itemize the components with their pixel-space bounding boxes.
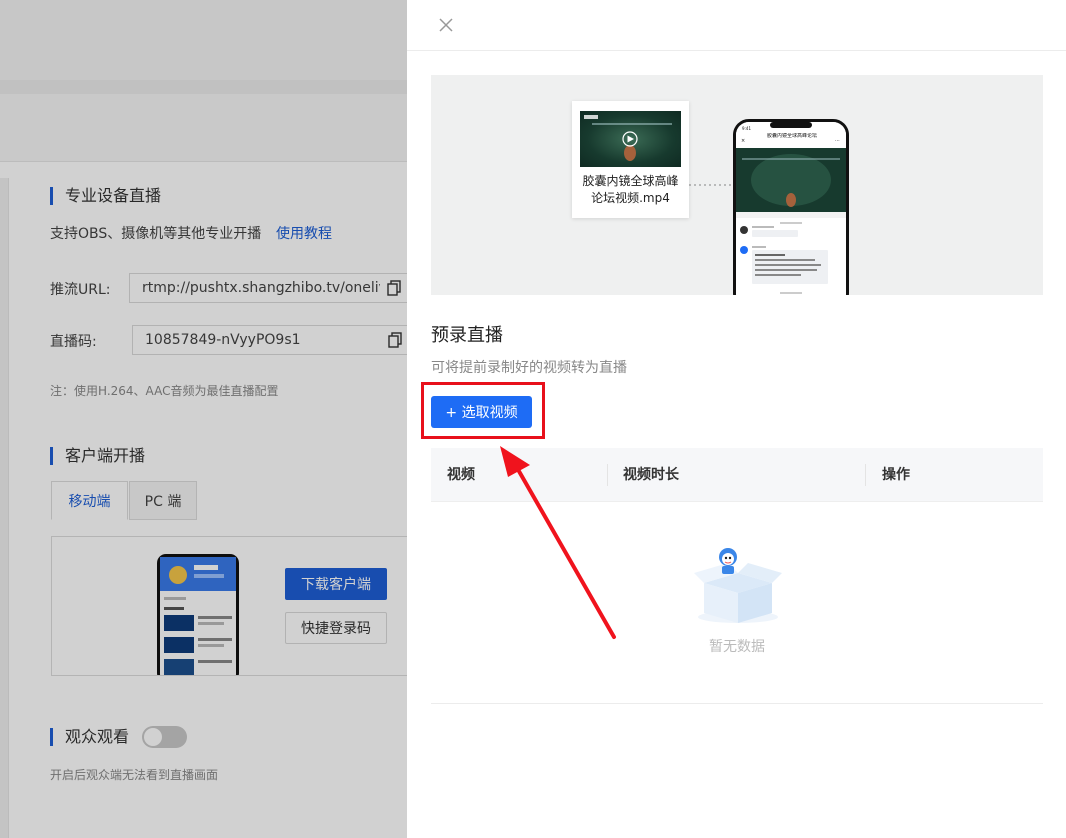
tutorial-link[interactable]: 使用教程	[276, 223, 332, 243]
tab-pc[interactable]: PC 端	[129, 481, 197, 520]
toggle-knob	[144, 728, 162, 746]
close-icon	[439, 18, 453, 32]
drawer-desc: 可将提前录制好的视频转为直播	[431, 360, 627, 376]
play-icon	[584, 115, 672, 161]
svg-text:9:41: 9:41	[742, 126, 751, 131]
dotted-connector	[689, 184, 739, 186]
phone-title: 胶囊内镜全球高峰论坛	[766, 133, 817, 139]
video-file-name: 胶囊内镜全球高峰论坛视频.mp4	[582, 174, 679, 205]
copy-stream-code-button[interactable]	[381, 325, 409, 355]
empty-box-icon	[694, 548, 782, 623]
quick-login-code-button[interactable]: 快捷登录码	[285, 612, 387, 644]
copy-icon	[387, 332, 402, 348]
empty-state-text: 暂无数据	[709, 639, 765, 655]
video-thumbnail	[580, 111, 681, 167]
client-panel	[51, 536, 421, 676]
push-url-field[interactable]: rtmp://pushtx.shangzhibo.tv/onelive	[129, 273, 381, 303]
video-file-card: 胶囊内镜全球高峰论坛视频.mp4	[572, 101, 689, 218]
svg-text:···: ···	[835, 138, 840, 144]
table-bottom-border	[431, 703, 1043, 704]
copy-icon	[386, 280, 401, 296]
column-video: 视频	[447, 467, 475, 483]
side-scrollbar[interactable]	[0, 178, 9, 838]
empty-state	[690, 545, 786, 625]
push-url-label: 推流URL:	[50, 282, 111, 298]
phone-screen: 9:41 × ···	[736, 122, 846, 295]
stream-code-label: 直播码:	[50, 334, 97, 350]
drawer-header	[407, 0, 1066, 51]
hero-illustration: 胶囊内镜全球高峰论坛视频.mp4 9:41 × ··· 胶囊内镜全球高峰论坛	[431, 75, 1043, 295]
phone-mockup: 9:41 × ··· 胶囊内镜全球高峰论坛	[733, 119, 849, 295]
audience-section-title: 观众观看	[50, 728, 129, 746]
pro-device-section-title: 专业设备直播	[50, 187, 161, 205]
select-video-button[interactable]: + 选取视频	[431, 396, 532, 428]
drawer-title: 预录直播	[431, 325, 503, 346]
download-client-button[interactable]: 下载客户端	[285, 568, 387, 600]
video-table-header: 视频 视频时长 操作	[431, 448, 1043, 502]
mobile-app-preview	[157, 554, 239, 675]
audience-toggle[interactable]	[142, 726, 187, 748]
audience-desc: 开启后观众端无法看到直播画面	[50, 768, 219, 782]
config-note: 注：使用H.264、AAC音频为最佳直播配置	[50, 384, 279, 398]
column-divider	[865, 464, 866, 486]
column-duration: 视频时长	[623, 467, 679, 483]
close-button[interactable]	[435, 14, 457, 36]
prerecorded-live-drawer: 胶囊内镜全球高峰论坛视频.mp4 9:41 × ··· 胶囊内镜全球高峰论坛 预…	[407, 0, 1066, 838]
stream-code-field[interactable]: 10857849-nVyyPO9s1	[132, 325, 382, 355]
column-actions: 操作	[882, 467, 910, 483]
copy-push-url-button[interactable]	[380, 273, 408, 303]
pro-device-desc: 支持OBS、摄像机等其他专业开播	[50, 226, 262, 242]
column-divider	[607, 464, 608, 486]
svg-text:×: ×	[741, 138, 745, 144]
tab-mobile[interactable]: 移动端	[51, 481, 128, 520]
client-section-title: 客户端开播	[50, 447, 145, 465]
